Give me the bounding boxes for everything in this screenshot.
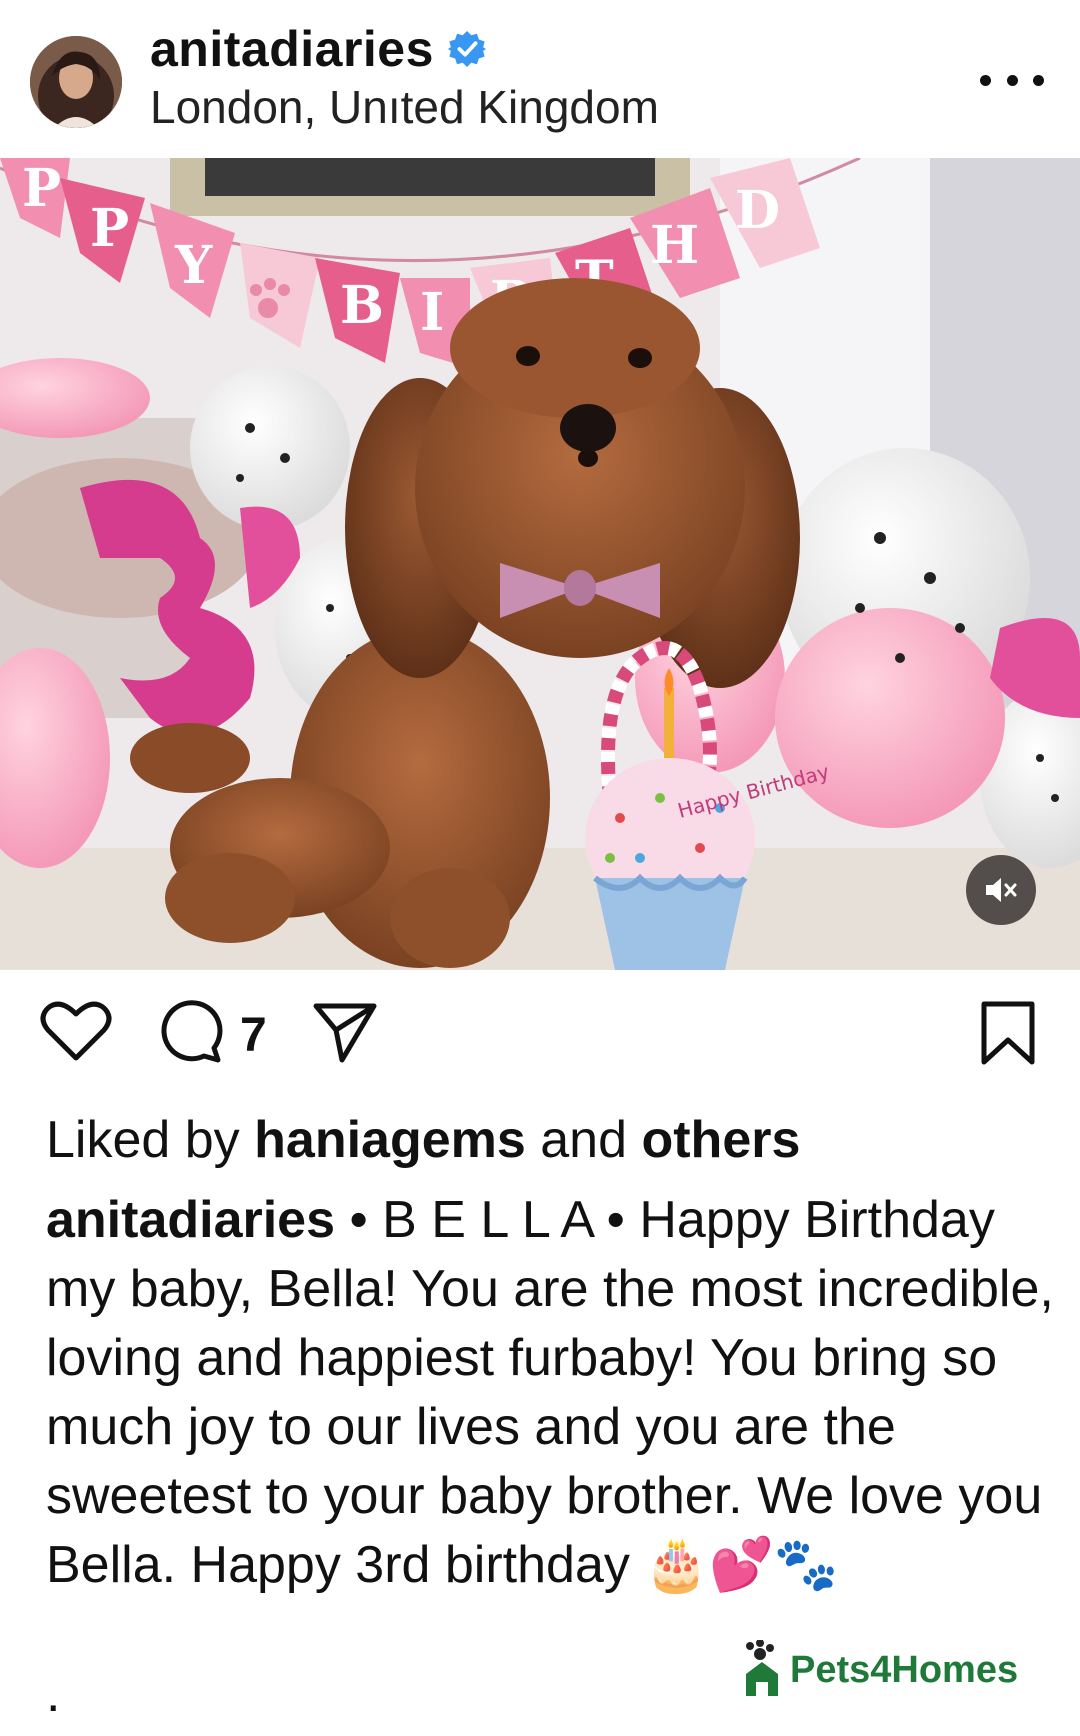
post-action-bar: 7	[0, 990, 1080, 1090]
banner-letter: I	[420, 282, 444, 343]
username[interactable]: anitadiaries	[150, 20, 434, 78]
liked-by-line: Liked by haniagems and others	[46, 1110, 800, 1170]
caption-username[interactable]: anitadiaries	[46, 1191, 335, 1249]
send-icon[interactable]	[312, 1000, 378, 1064]
liked-by-user[interactable]: haniagems	[254, 1111, 526, 1169]
post-image[interactable]: P P Y B I R T H D	[0, 158, 1080, 970]
heart-icon[interactable]	[40, 1000, 112, 1064]
verified-badge-icon	[447, 30, 486, 68]
pets4homes-watermark: Pets4Homes	[740, 1640, 1018, 1696]
banner-letter: B	[340, 275, 384, 336]
liked-by-and: and	[540, 1111, 628, 1169]
post-caption: anitadiaries • B E L L A • Happy Birthda…	[46, 1186, 1056, 1600]
banner-letter: Y	[174, 235, 213, 296]
banner-letter: H	[650, 215, 699, 276]
post-location[interactable]: London, Unıted Kingdom	[150, 80, 659, 134]
watermark-text: Pets4Homes	[790, 1649, 1019, 1691]
dog-birthday-photo: P P Y B I R T H D	[0, 158, 1080, 970]
banner-letter: D	[735, 180, 780, 241]
comment-count[interactable]: 7	[240, 1008, 267, 1063]
banner-letter: P	[90, 198, 129, 259]
muted-speaker-icon[interactable]	[966, 855, 1036, 925]
bookmark-icon[interactable]	[978, 1000, 1038, 1066]
banner-letter: P	[22, 158, 61, 219]
avatar[interactable]	[30, 36, 122, 128]
more-options-icon[interactable]	[980, 55, 1044, 105]
post-header: anitadiaries London, Unıted Kingdom	[0, 0, 1080, 158]
caption-text: • B E L L A • Happy Birthday my baby, Be…	[46, 1191, 1054, 1594]
caption-trailing-dot: .	[46, 1665, 61, 1723]
comment-icon[interactable]	[158, 1000, 224, 1064]
pets4homes-logo-icon	[746, 1640, 778, 1696]
liked-by-others[interactable]: others	[641, 1111, 800, 1169]
liked-by-prefix: Liked by	[46, 1111, 240, 1169]
